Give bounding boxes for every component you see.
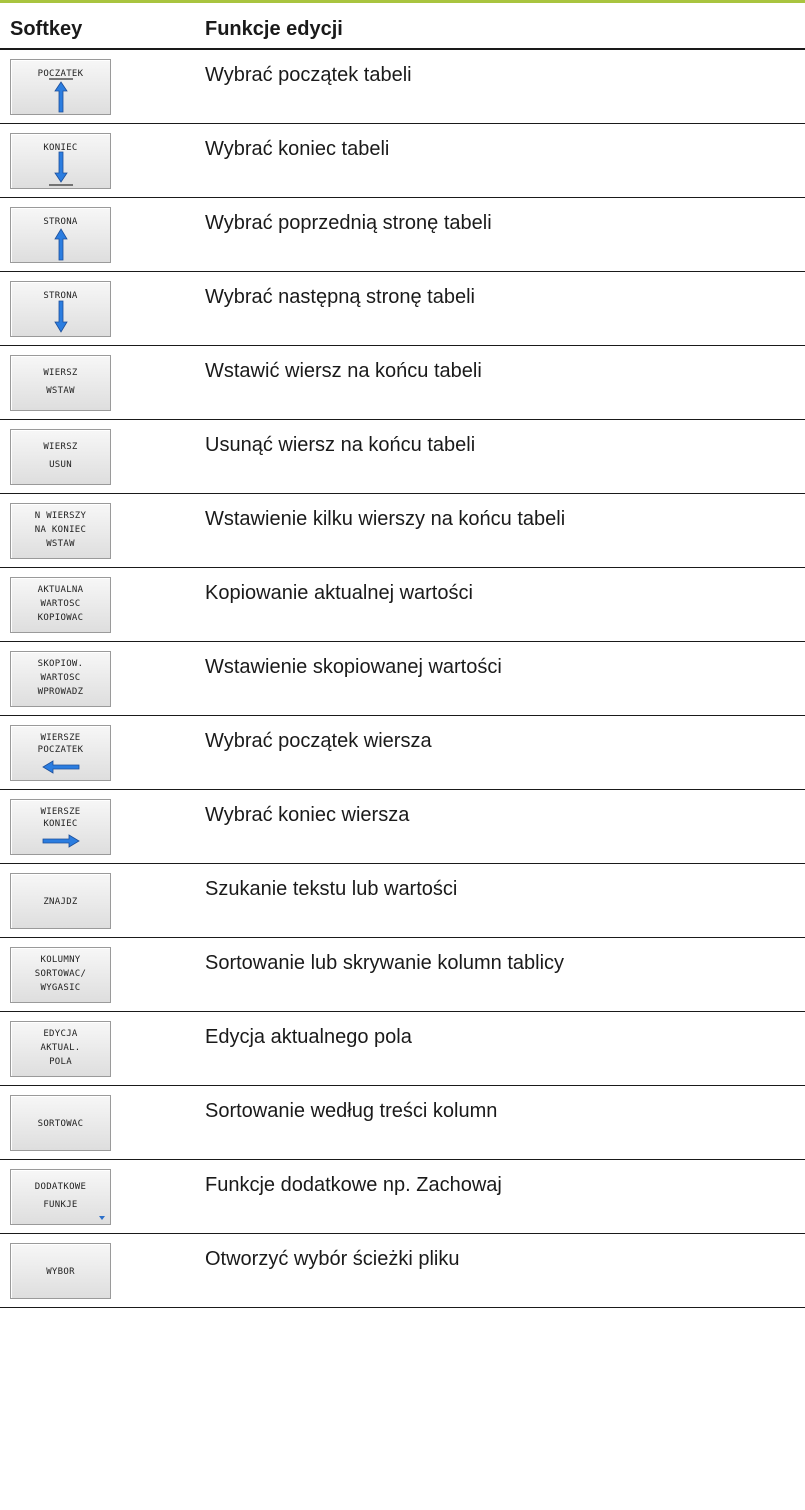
softkey-label-line: KOPIOWAC	[37, 613, 84, 623]
column-header-function: Funkcje edycji	[205, 18, 343, 40]
function-description: Funkcje dodatkowe np. Zachowaj	[205, 1174, 502, 1196]
softkey-label-line: WARTOSC	[40, 673, 81, 683]
softkey-label-line: POLA	[49, 1057, 72, 1067]
softkey-label-line: NA KONIEC	[34, 525, 87, 535]
softkey-aktualna-wartosc-kopiowac-button[interactable]: AKTUALNA WARTOSC KOPIOWAC	[10, 577, 111, 633]
function-description: Wybrać koniec tabeli	[205, 138, 390, 160]
softkey-wiersz-usun-button[interactable]: WIERSZ USUN	[10, 429, 111, 485]
table-row: WIERSZ WSTAW Wstawić wiersz na końcu tabel…	[0, 346, 805, 420]
table-header: Softkey Funkcje edycji	[0, 3, 805, 50]
softkey-n-wierszy-na-koniec-wstaw-button[interactable]: N WIERSZY NA KONIEC WSTAW	[10, 503, 111, 559]
table-row: KOLUMNY SORTOWAC/WYGASIC Sortowanie lub sk…	[0, 938, 805, 1012]
softkey-wybor-button[interactable]: WYBOR	[10, 1243, 111, 1299]
softkey-label-line: FUNKJE	[43, 1200, 78, 1210]
function-description: Wstawienie kilku wierszy na końcu tabeli	[205, 508, 566, 530]
softkey-label-line: ZNAJDZ	[43, 897, 78, 907]
softkey-label-line: AKTUAL.	[40, 1043, 81, 1053]
softkey-edycja-aktual-pola-button[interactable]: EDYCJA AKTUAL. POLA	[10, 1021, 111, 1077]
softkey-label-line: AKTUALNA	[37, 585, 84, 595]
softkey-label-line: WYGASIC	[40, 983, 81, 993]
table-row: EDYCJA AKTUAL. POLA Edycja aktualnego pola	[0, 1012, 805, 1086]
softkey-label-line: SKOPIOW.	[37, 659, 84, 669]
softkey-label-line: N WIERSZY	[34, 511, 87, 521]
softkey-label-line: WIERSZE	[40, 807, 81, 817]
function-description: Otworzyć wybór ścieżki pliku	[205, 1248, 460, 1270]
function-description: Sortowanie lub skrywanie kolumn tablicy	[205, 952, 565, 974]
function-description: Wstawienie skopiowanej wartości	[205, 656, 502, 678]
table-row: SKOPIOW. WARTOSC WPROWADZ Wstawienie skopio…	[0, 642, 805, 716]
table-row: WIERSZ USUN Usunąć wiersz na końcu tabeli	[0, 420, 805, 494]
softkey-wiersze-poczatek-button[interactable]: WIERSZE POCZATEK	[10, 725, 111, 781]
softkey-label-line: WIERSZE	[40, 733, 81, 743]
softkey-label-line: POCZATEK	[37, 745, 84, 755]
table-row: WIERSZE POCZATEK Wybrać początek wiersza	[0, 716, 805, 790]
softkey-koniec-button[interactable]: KONIEC	[10, 133, 111, 189]
softkey-label-line: WYBOR	[46, 1267, 75, 1277]
table-row: STRONA Wybrać poprzednią stronę tabeli	[0, 198, 805, 272]
softkey-label-line: KONIEC	[43, 819, 78, 829]
softkey-label-line: WSTAW	[46, 539, 75, 549]
softkey-strona-button[interactable]: STRONA	[10, 207, 111, 263]
softkey-kolumny-sortowac-wygasic-button[interactable]: KOLUMNY SORTOWAC/WYGASIC	[10, 947, 111, 1003]
table-row: N WIERSZY NA KONIEC WSTAW Wstawienie kilku …	[0, 494, 805, 568]
column-header-softkey: Softkey	[10, 18, 83, 40]
table-row: KONIEC Wybrać koniec tabeli	[0, 124, 805, 198]
function-description: Wybrać poprzednią stronę tabeli	[205, 212, 492, 234]
function-description: Wybrać koniec wiersza	[205, 804, 410, 826]
function-description: Szukanie tekstu lub wartości	[205, 878, 458, 900]
function-description: Wybrać początek tabeli	[205, 64, 412, 86]
table-row: WYBOR Otworzyć wybór ścieżki pliku	[0, 1234, 805, 1308]
table-row: AKTUALNA WARTOSC KOPIOWAC Kopiowanie aktual…	[0, 568, 805, 642]
softkey-sortowac-button[interactable]: SORTOWAC	[10, 1095, 111, 1151]
function-description: Wstawić wiersz na końcu tabeli	[205, 360, 482, 382]
softkey-label-line: WIERSZ	[43, 368, 78, 378]
softkey-label-line: SORTOWAC/	[34, 969, 87, 979]
softkey-label-line: USUN	[49, 460, 72, 470]
softkey-wiersze-koniec-button[interactable]: WIERSZE KONIEC	[10, 799, 111, 855]
function-description: Wybrać początek wiersza	[205, 730, 432, 752]
table-row: STRONA Wybrać następną stronę tabeli	[0, 272, 805, 346]
dropdown-indicator-icon	[99, 1216, 105, 1220]
softkey-label-line: WARTOSC	[40, 599, 81, 609]
function-description: Kopiowanie aktualnej wartości	[205, 582, 473, 604]
softkey-label-line: WIERSZ	[43, 442, 78, 452]
table-row: ZNAJDZ Szukanie tekstu lub wartości	[0, 864, 805, 938]
softkey-poczatek-button[interactable]: POCZATEK	[10, 59, 111, 115]
table-row: POCZATEK Wybrać początek tabeli	[0, 50, 805, 124]
softkey-label-line: DODATKOWE	[34, 1182, 87, 1192]
function-description: Sortowanie według treści kolumn	[205, 1100, 498, 1122]
softkey-label-line: SORTOWAC	[37, 1119, 84, 1129]
table-row: WIERSZE KONIEC Wybrać koniec wiersza	[0, 790, 805, 864]
function-description: Edycja aktualnego pola	[205, 1026, 412, 1048]
softkey-strona-button[interactable]: STRONA	[10, 281, 111, 337]
softkey-label-line: EDYCJA	[43, 1029, 78, 1039]
function-description: Wybrać następną stronę tabeli	[205, 286, 475, 308]
softkey-znajdz-button[interactable]: ZNAJDZ	[10, 873, 111, 929]
softkey-wiersz-wstaw-button[interactable]: WIERSZ WSTAW	[10, 355, 111, 411]
table-row: SORTOWAC Sortowanie według treści kolumn	[0, 1086, 805, 1160]
softkey-skopiow-wartosc-wprowadz-button[interactable]: SKOPIOW. WARTOSC WPROWADZ	[10, 651, 111, 707]
softkey-label-line: WPROWADZ	[37, 687, 84, 697]
table-row: DODATKOWE FUNKJE Funkcje dodatkowe np. Zac…	[0, 1160, 805, 1234]
function-description: Usunąć wiersz na końcu tabeli	[205, 434, 476, 456]
softkey-label-line: WSTAW	[46, 386, 75, 396]
softkey-dodatkowe-funkje-button[interactable]: DODATKOWE FUNKJE	[10, 1169, 111, 1225]
softkey-label-line: KOLUMNY	[40, 955, 81, 965]
